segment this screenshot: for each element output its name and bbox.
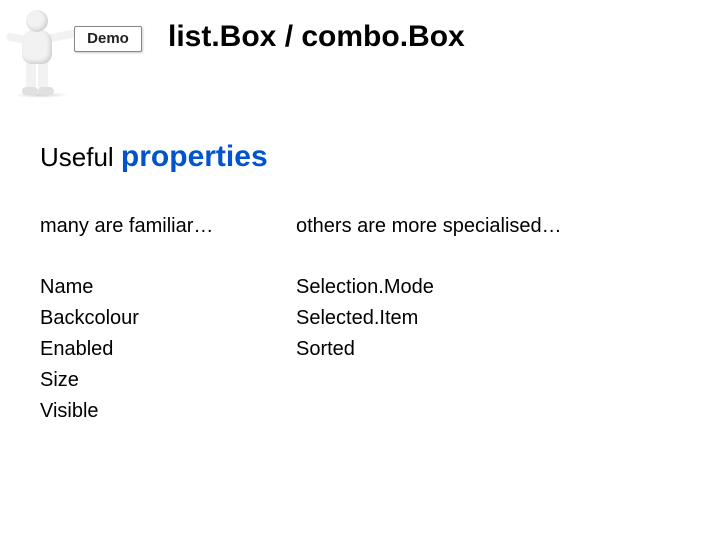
list-item: Selection.Mode (296, 272, 676, 303)
right-column-heading: others are more specialised… (296, 215, 676, 238)
list-item: Backcolour (40, 303, 280, 334)
subtitle-emph: properties (121, 140, 268, 173)
left-property-list: Name Backcolour Enabled Size Visible (40, 272, 280, 427)
subtitle-plain: Useful (40, 142, 121, 172)
list-item: Size (40, 365, 280, 396)
list-item: Sorted (296, 334, 676, 365)
list-item: Selected.Item (296, 303, 676, 334)
demo-sign: Demo (74, 26, 142, 52)
list-item: Enabled (40, 334, 280, 365)
list-item: Name (40, 272, 280, 303)
left-column-heading: many are familiar… (40, 215, 280, 238)
right-column: others are more specialised… Selection.M… (296, 215, 676, 365)
slide: Demo list.Box / combo.Box Useful propert… (0, 0, 720, 540)
left-column: many are familiar… Name Backcolour Enabl… (40, 215, 280, 427)
list-item: Visible (40, 396, 280, 427)
slide-subtitle: Useful properties (40, 140, 268, 174)
demo-badge: Demo (4, 8, 144, 98)
presenter-figure-icon (4, 8, 74, 98)
slide-title: list.Box / combo.Box (168, 20, 465, 54)
right-property-list: Selection.Mode Selected.Item Sorted (296, 272, 676, 365)
